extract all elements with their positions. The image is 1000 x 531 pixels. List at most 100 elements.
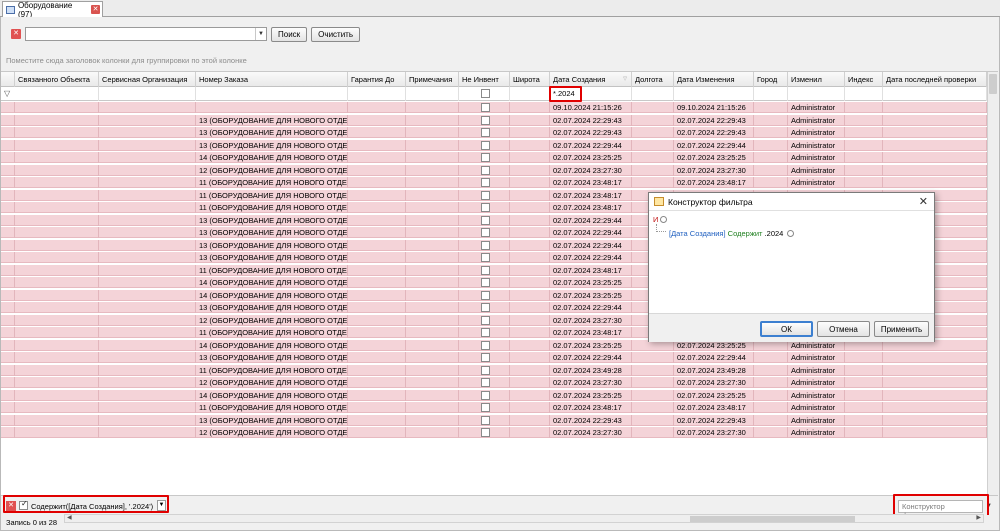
not-inventory-checkbox[interactable]	[481, 228, 490, 237]
filter-cell[interactable]	[845, 87, 883, 101]
table-row[interactable]: 11 (ОБОРУДОВАНИЕ ДЛЯ НОВОГО ОТДЕЛА) 02.07…	[1, 177, 998, 188]
filter-cell[interactable]	[196, 87, 348, 101]
filter-cell[interactable]	[632, 87, 674, 101]
not-inventory-checkbox[interactable]	[481, 128, 490, 137]
table-cell	[754, 352, 788, 363]
not-inventory-checkbox[interactable]	[481, 115, 490, 125]
scroll-right-icon[interactable]: ▶	[976, 514, 981, 521]
chevron-down-icon[interactable]: ▼	[255, 28, 266, 40]
column-header[interactable]: Связанного Объекта	[15, 72, 99, 87]
condition-value[interactable]: .2024	[765, 229, 784, 238]
group-panel-hint[interactable]: Поместите сюда заголовок колонки для гру…	[6, 56, 247, 65]
close-icon[interactable]: ✕	[919, 195, 928, 208]
column-header[interactable]: Дата Изменения	[674, 72, 754, 87]
table-row[interactable]: 09.10.2024 21:15:26 09.10.2024 21:15:26 Ad…	[1, 102, 998, 113]
column-header[interactable]: Изменил	[788, 72, 845, 87]
not-inventory-checkbox[interactable]	[481, 390, 490, 400]
column-header[interactable]: Гарантия До	[348, 72, 406, 87]
condition-field[interactable]: [Дата Создания]	[669, 229, 726, 238]
column-header[interactable]: Город	[754, 72, 788, 87]
column-header[interactable]: Не Инвент	[459, 72, 510, 87]
not-inventory-checkbox[interactable]	[481, 328, 490, 337]
not-inventory-checkbox[interactable]	[481, 340, 490, 350]
not-inventory-checkbox[interactable]	[481, 103, 490, 112]
column-header[interactable]: Сервисная Организация	[99, 72, 196, 87]
not-inventory-checkbox[interactable]	[481, 165, 490, 175]
not-inventory-checkbox[interactable]	[481, 415, 490, 425]
column-header[interactable]: Дата последней проверки	[883, 72, 987, 87]
not-inventory-checkbox[interactable]	[481, 290, 490, 300]
filter-icon[interactable]: ▽	[4, 89, 10, 98]
not-inventory-checkbox[interactable]	[481, 215, 490, 225]
table-row[interactable]: 12 (ОБОРУДОВАНИЕ ДЛЯ НОВОГО ОТДЕЛА) 02.07…	[1, 377, 998, 388]
clear-search-icon[interactable]: ✕	[11, 29, 21, 39]
table-row[interactable]: 13 (ОБОРУДОВАНИЕ ДЛЯ НОВОГО ОТДЕЛА) 02.07…	[1, 352, 998, 363]
scroll-thumb[interactable]	[690, 516, 855, 522]
table-row[interactable]: 11 (ОБОРУДОВАНИЕ ДЛЯ НОВОГО ОТДЕЛА) 02.07…	[1, 402, 998, 413]
table-row[interactable]: 14 (ОБОРУДОВАНИЕ ДЛЯ НОВОГО ОТДЕЛА) 02.07…	[1, 389, 998, 401]
column-header[interactable]: Долгота	[632, 72, 674, 87]
ok-button[interactable]: ОК	[760, 321, 813, 337]
filter-cell[interactable]	[510, 87, 550, 101]
not-inventory-checkbox[interactable]	[481, 140, 490, 150]
table-row[interactable]: 13 (ОБОРУДОВАНИЕ ДЛЯ НОВОГО ОТДЕЛА) 02.07…	[1, 414, 998, 426]
not-inventory-checkbox[interactable]	[481, 303, 490, 312]
tab-equipment[interactable]: Оборудование (97) ✕	[2, 1, 103, 19]
table-row[interactable]: 13 (ОБОРУДОВАНИЕ ДЛЯ НОВОГО ОТДЕЛА) 02.07…	[1, 114, 998, 126]
remove-condition-icon[interactable]	[787, 230, 795, 237]
sort-icon: ▽	[623, 76, 627, 82]
column-header[interactable]: Номер Заказа	[196, 72, 348, 87]
not-inventory-checkbox[interactable]	[481, 265, 490, 275]
close-icon[interactable]: ✕	[91, 5, 100, 14]
not-inventory-checkbox[interactable]	[481, 278, 490, 287]
cancel-button[interactable]: Отмена	[817, 321, 870, 337]
table-row[interactable]: 13 (ОБОРУДОВАНИЕ ДЛЯ НОВОГО ОТДЕЛА) 02.07…	[1, 127, 998, 138]
filter-cell[interactable]	[883, 87, 987, 101]
group-operator[interactable]: И	[653, 215, 658, 224]
filter-cell[interactable]	[788, 87, 845, 101]
column-header[interactable]: Примечания	[406, 72, 459, 87]
filter-cell[interactable]	[459, 87, 510, 101]
not-inventory-checkbox[interactable]	[481, 365, 490, 375]
filter-cell[interactable]	[674, 87, 754, 101]
not-inventory-checkbox[interactable]	[481, 315, 490, 325]
scroll-left-icon[interactable]: ◀	[67, 514, 72, 521]
search-input[interactable]: ▼	[25, 27, 267, 41]
vertical-scrollbar[interactable]	[987, 72, 998, 508]
filter-cell[interactable]	[406, 87, 459, 101]
table-row[interactable]: 12 (ОБОРУДОВАНИЕ ДЛЯ НОВОГО ОТДЕЛА) 02.07…	[1, 164, 998, 176]
filter-cell[interactable]	[99, 87, 196, 101]
filter-cell[interactable]	[754, 87, 788, 101]
table-cell	[510, 189, 550, 201]
filter-checkbox[interactable]	[481, 89, 490, 98]
not-inventory-checkbox[interactable]	[481, 353, 490, 362]
add-condition-icon[interactable]	[660, 216, 668, 223]
filter-cell[interactable]	[15, 87, 99, 101]
table-row[interactable]: 13 (ОБОРУДОВАНИЕ ДЛЯ НОВОГО ОТДЕЛА) 02.07…	[1, 139, 998, 151]
table-cell	[99, 377, 196, 388]
not-inventory-checkbox[interactable]	[481, 190, 490, 200]
column-header[interactable]: Индекс	[845, 72, 883, 87]
condition-operator[interactable]: Содержит	[728, 229, 763, 238]
not-inventory-checkbox[interactable]	[481, 428, 490, 437]
column-header[interactable]: Широта	[510, 72, 550, 87]
not-inventory-checkbox[interactable]	[481, 153, 490, 162]
apply-button[interactable]: Применить	[874, 321, 929, 337]
not-inventory-checkbox[interactable]	[481, 253, 490, 262]
table-row[interactable]: 14 (ОБОРУДОВАНИЕ ДЛЯ НОВОГО ОТДЕЛА) 02.07…	[1, 152, 998, 163]
not-inventory-checkbox[interactable]	[481, 378, 490, 387]
filter-condition: [Дата Создания] Содержит .2024	[669, 229, 795, 238]
horizontal-scrollbar[interactable]: ◀ ▶	[64, 514, 984, 523]
scroll-thumb[interactable]	[989, 74, 997, 94]
not-inventory-checkbox[interactable]	[481, 178, 490, 187]
not-inventory-checkbox[interactable]	[481, 403, 490, 412]
table-row[interactable]: 12 (ОБОРУДОВАНИЕ ДЛЯ НОВОГО ОТДЕЛА) 02.07…	[1, 427, 998, 438]
not-inventory-checkbox[interactable]	[481, 240, 490, 250]
column-header-date-created[interactable]: Дата Создания ▽	[550, 72, 632, 87]
table-cell	[510, 389, 550, 401]
filter-cell[interactable]	[348, 87, 406, 101]
table-row[interactable]: 11 (ОБОРУДОВАНИЕ ДЛЯ НОВОГО ОТДЕЛА) 02.07…	[1, 364, 998, 376]
not-inventory-checkbox[interactable]	[481, 203, 490, 212]
search-button[interactable]: Поиск	[271, 26, 308, 42]
clear-button[interactable]: Очистить	[311, 26, 360, 42]
